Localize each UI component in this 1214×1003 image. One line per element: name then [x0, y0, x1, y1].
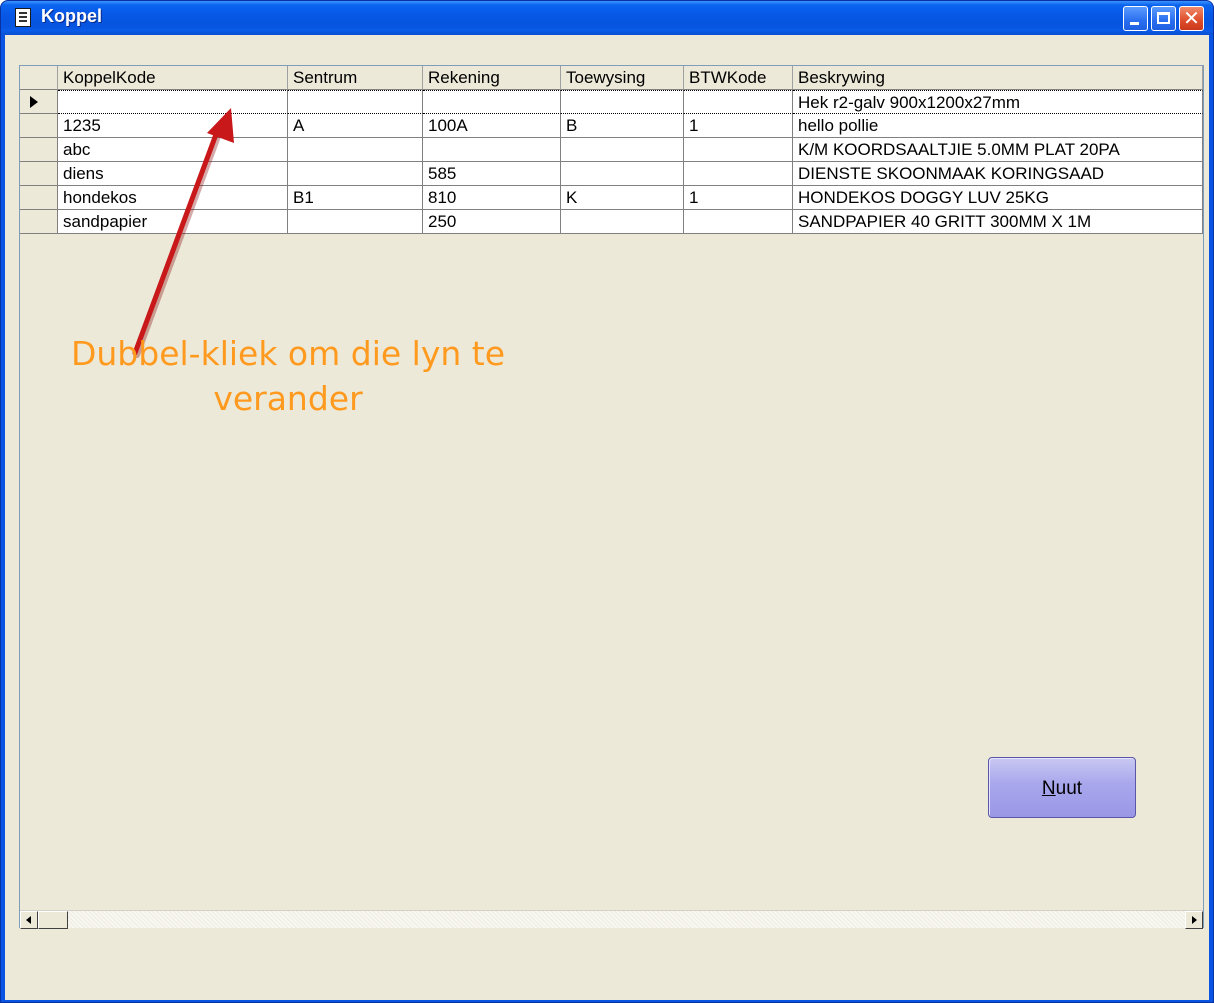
cell-rekening[interactable]: 100A	[423, 114, 561, 138]
close-button[interactable]: ✕	[1179, 6, 1204, 31]
cell-koppelkode[interactable]: sandpapier	[58, 210, 288, 234]
cell-btwkode[interactable]	[684, 138, 793, 162]
annotation-text: Dubbel-kliek om die lyn te verander	[53, 331, 523, 421]
row-header[interactable]	[20, 210, 58, 234]
row-header[interactable]	[20, 114, 58, 138]
nuut-accelerator: N	[1041, 778, 1056, 799]
cell-beskrywing[interactable]: K/M KOORDSAALTJIE 5.0MM PLAT 20PA	[793, 138, 1203, 162]
maximize-icon	[1157, 12, 1170, 24]
column-header-rekening[interactable]: Rekening	[423, 66, 561, 90]
cell-beskrywing[interactable]: HONDEKOS DOGGY LUV 25KG	[793, 186, 1203, 210]
close-icon: ✕	[1183, 6, 1200, 30]
minimize-button[interactable]	[1123, 6, 1148, 31]
cell-rekening[interactable]	[423, 138, 561, 162]
cell-koppelkode[interactable]	[58, 90, 288, 114]
row-header[interactable]	[20, 162, 58, 186]
cell-btwkode[interactable]	[684, 90, 793, 114]
cell-rekening[interactable]: 810	[423, 186, 561, 210]
notepad-icon[interactable]	[15, 8, 31, 27]
window-title: Koppel	[41, 6, 102, 26]
header-corner[interactable]	[20, 66, 58, 90]
cell-sentrum[interactable]	[288, 210, 423, 234]
cell-koppelkode[interactable]: 1235	[58, 114, 288, 138]
column-header-btwkode[interactable]: BTWKode	[684, 66, 793, 90]
annotation-line-2: verander	[213, 379, 363, 418]
annotation-line-1: Dubbel-kliek om die lyn te	[70, 334, 506, 373]
row-header[interactable]	[20, 90, 58, 114]
horizontal-scrollbar[interactable]	[20, 910, 1203, 929]
cell-rekening[interactable]	[423, 90, 561, 114]
cell-toewysing[interactable]	[561, 162, 684, 186]
cell-beskrywing[interactable]: Hek r2-galv 900x1200x27mm	[793, 90, 1203, 114]
scroll-left-icon	[26, 916, 31, 924]
minimize-icon	[1130, 22, 1139, 25]
cell-beskrywing[interactable]: DIENSTE SKOONMAAK KORINGSAAD	[793, 162, 1203, 186]
nuut-label: uut	[1055, 778, 1083, 799]
scroll-right-icon	[1192, 916, 1197, 924]
cell-btwkode[interactable]: 1	[684, 186, 793, 210]
koppel-window: Koppel ✕ KoppelKode Sentrum Rekening Toe…	[0, 0, 1214, 1003]
nuut-button[interactable]: Nuut	[988, 757, 1136, 818]
cell-koppelkode[interactable]: hondekos	[58, 186, 288, 210]
cell-sentrum[interactable]	[288, 90, 423, 114]
cell-btwkode[interactable]: 1	[684, 114, 793, 138]
column-header-beskrywing[interactable]: Beskrywing	[793, 66, 1203, 90]
cell-rekening[interactable]: 585	[423, 162, 561, 186]
cell-sentrum[interactable]	[288, 138, 423, 162]
title-bar[interactable]: Koppel ✕	[1, 1, 1213, 35]
window-client-area: KoppelKode Sentrum Rekening Toewysing BT…	[5, 35, 1209, 1000]
row-header[interactable]	[20, 138, 58, 162]
cell-sentrum[interactable]: A	[288, 114, 423, 138]
cell-toewysing[interactable]: K	[561, 186, 684, 210]
cell-sentrum[interactable]: B1	[288, 186, 423, 210]
column-header-toewysing[interactable]: Toewysing	[561, 66, 684, 90]
cell-toewysing[interactable]	[561, 90, 684, 114]
cell-rekening[interactable]: 250	[423, 210, 561, 234]
scrollbar-thumb[interactable]	[38, 911, 68, 929]
cell-toewysing[interactable]: B	[561, 114, 684, 138]
column-header-koppelkode[interactable]: KoppelKode	[58, 66, 288, 90]
cell-toewysing[interactable]	[561, 138, 684, 162]
scroll-left-button[interactable]	[20, 911, 38, 929]
row-header[interactable]	[20, 186, 58, 210]
cell-btwkode[interactable]	[684, 210, 793, 234]
maximize-button[interactable]	[1151, 6, 1176, 31]
cell-btwkode[interactable]	[684, 162, 793, 186]
cell-beskrywing[interactable]: SANDPAPIER 40 GRITT 300MM X 1M	[793, 210, 1203, 234]
row-pointer-icon	[30, 96, 38, 108]
column-header-sentrum[interactable]: Sentrum	[288, 66, 423, 90]
cell-koppelkode[interactable]: diens	[58, 162, 288, 186]
cell-beskrywing[interactable]: hello pollie	[793, 114, 1203, 138]
cell-toewysing[interactable]	[561, 210, 684, 234]
cell-sentrum[interactable]	[288, 162, 423, 186]
scroll-right-button[interactable]	[1185, 911, 1203, 929]
cell-koppelkode[interactable]: abc	[58, 138, 288, 162]
